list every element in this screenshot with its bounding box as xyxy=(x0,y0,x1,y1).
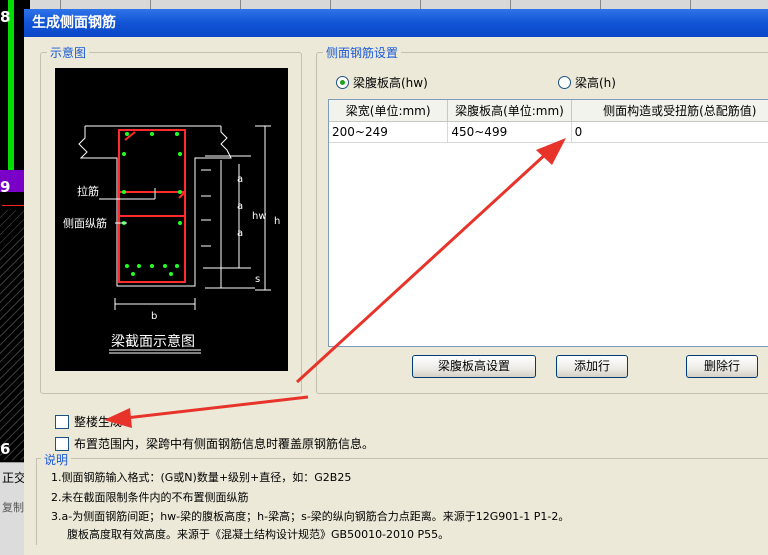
annotation-arrows xyxy=(104,138,566,428)
